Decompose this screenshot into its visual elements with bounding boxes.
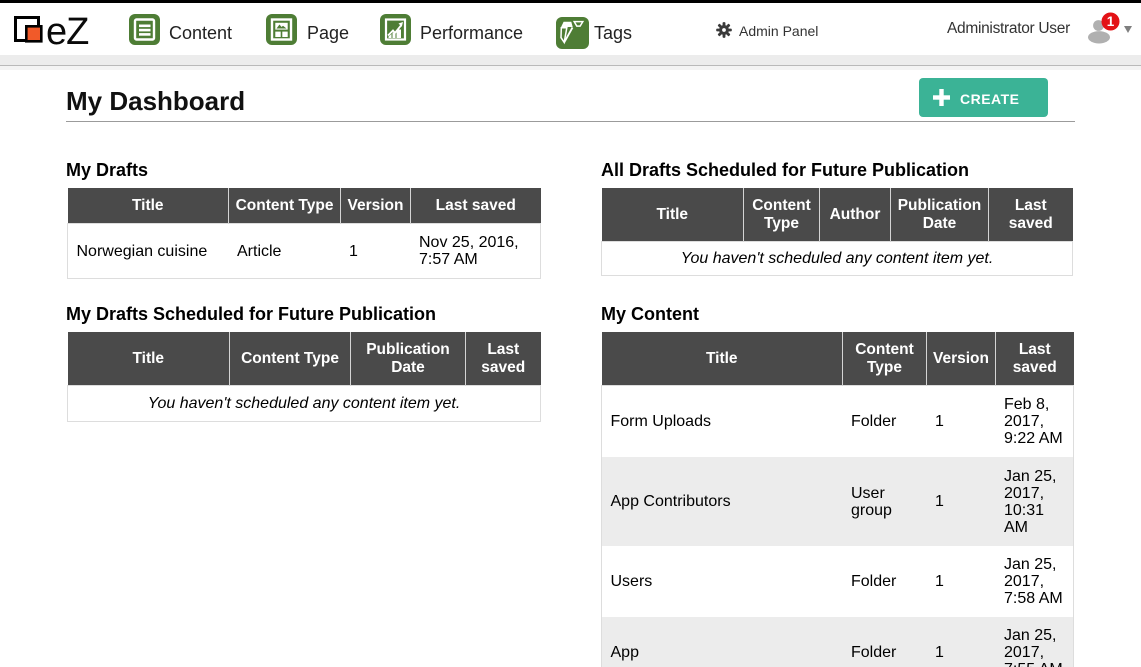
svg-text:1: 1 bbox=[1107, 14, 1115, 29]
